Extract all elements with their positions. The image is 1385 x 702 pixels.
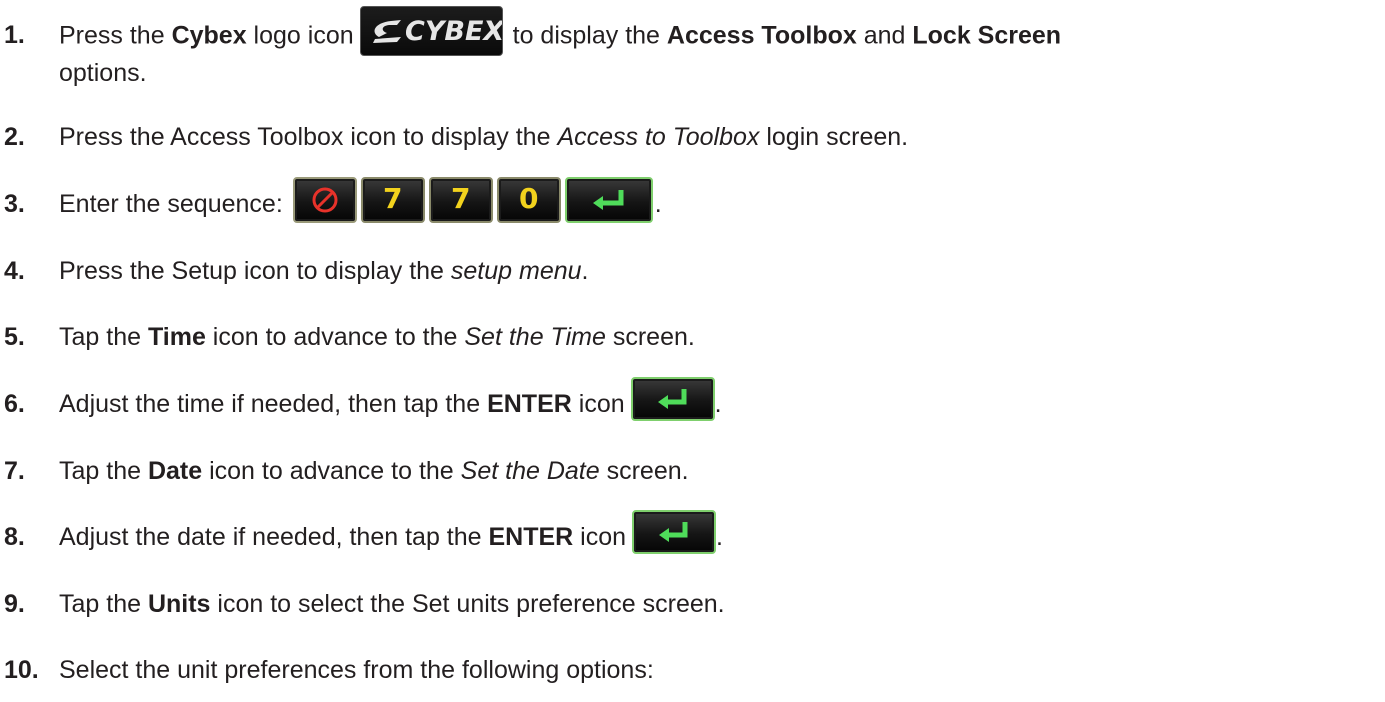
step-text-part: Enter the sequence: [59,190,283,218]
step-bold-term: ENTER [488,523,574,551]
step-bold-term: Lock Screen [912,21,1062,50]
step-text: Press the Setup icon to display the setu… [59,254,1369,288]
step-number: 4. [4,257,25,285]
step-bold-term: Cybex [171,21,247,50]
step-text-part: login screen. [759,123,909,151]
step-text-part: logo icon [246,21,354,50]
cybex-logo-text: CYBEX [405,16,502,47]
step-text-part: Tap the [59,457,148,485]
step-number: 10. [4,656,39,684]
step-text-part: Tap the [59,590,148,618]
step-text: Tap the Time icon to advance to the Set … [59,320,1369,354]
step-text-part: Adjust the time if needed, then tap the [59,390,488,418]
keypad-key-0: 0 [496,177,561,224]
step-italic-term: Access to Toolbox [557,123,760,151]
step-italic-term: Set the Time [464,323,606,351]
step-text-part: . [581,257,589,285]
step-text-part: Select the unit preferences from the fol… [59,656,654,684]
step-number: 1. [4,21,25,49]
enter-icon [632,510,717,555]
step-italic-term: setup menu [450,257,582,285]
step-bold-term: Time [147,323,206,351]
step-italic-term: Set the Date [460,457,600,485]
step-text-part: Tap the [59,323,148,351]
keypad-key-7: 7 [428,177,493,224]
step-text: Press the Cybex logo icon CYBEX to displ… [59,6,1369,90]
cybex-logo-graphic: CYBEX [372,16,502,47]
enter-icon [630,377,715,422]
step-number: 9. [4,590,25,618]
step-text-part: Adjust the date if needed, then tap the [59,523,489,551]
step-text-part: icon to select the Set units preference … [210,590,725,618]
cybex-logo-icon: CYBEX [359,6,503,56]
step-text-part: icon to advance to the [205,323,465,351]
step-number: 8. [4,523,25,551]
step-number: 2. [4,123,25,151]
step-number: 5. [4,323,25,351]
clear-key-icon [292,177,357,224]
step-bold-term: ENTER [487,390,572,418]
step-text: Tap the Date icon to advance to the Set … [59,454,1369,488]
step-text: Adjust the date if needed, then tap the … [59,510,1369,555]
step-text: Enter the sequence: 770 . [59,177,1369,224]
enter-arrow [659,522,688,543]
step-number: 6. [4,390,25,418]
step-text-part: and [856,21,913,50]
step-text: Select the unit preferences from the fol… [59,653,1369,687]
step-text-part: Press the [59,21,172,50]
step-text-part: . [654,190,662,218]
keypad-key-7: 7 [360,177,425,224]
step-text-part: screen. [599,457,689,485]
step-text-part: icon to advance to the [202,457,461,485]
step-text-part: to display the [512,21,667,50]
enter-arrow [657,389,687,410]
step-text-part: Press the Setup icon to display the [59,257,451,285]
step-number: 3. [4,190,25,218]
step-number: 7. [4,457,25,485]
step-bold-term: Date [147,457,203,485]
step-text-part: screen. [605,323,695,351]
step-text-part: . [716,523,723,551]
step-text: Adjust the time if needed, then tap the … [59,377,1369,422]
step-text-part: icon [571,390,625,418]
step-text: Tap the Units icon to select the Set uni… [59,587,1369,621]
clear-symbol [312,187,338,213]
step-text: Press the Access Toolbox icon to display… [59,120,1369,154]
step-bold-term: Access Toolbox [666,21,857,50]
step-text-part: Press the Access Toolbox icon to display… [59,123,558,151]
enter-arrow [592,190,624,211]
step-text-part: icon [573,523,627,551]
instruction-list: 1. Press the Cybex logo icon CYBEX to di… [0,0,1385,702]
enter-key-icon [564,177,653,224]
step-bold-term: Units [147,590,211,618]
step-text-part: options. [59,59,147,87]
step-text-part: . [714,390,722,418]
